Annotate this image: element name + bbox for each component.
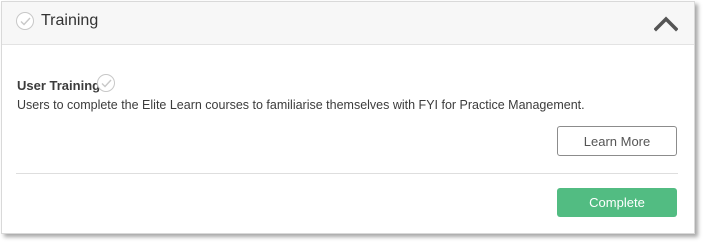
- chevron-up-icon[interactable]: [653, 14, 679, 32]
- panel-body: User Training Users to complete the Elit…: [2, 45, 694, 235]
- training-panel: Training User Training Users to complete…: [1, 1, 695, 234]
- check-circle-icon: [16, 12, 34, 30]
- item-title: User Training: [17, 78, 101, 93]
- item-description: Users to complete the Elite Learn course…: [17, 98, 585, 112]
- panel-header[interactable]: Training: [2, 2, 694, 45]
- complete-button[interactable]: Complete: [557, 188, 677, 217]
- check-circle-icon: [97, 74, 115, 92]
- panel-title: Training: [41, 12, 99, 29]
- learn-more-button[interactable]: Learn More: [557, 126, 677, 156]
- divider: [16, 173, 678, 174]
